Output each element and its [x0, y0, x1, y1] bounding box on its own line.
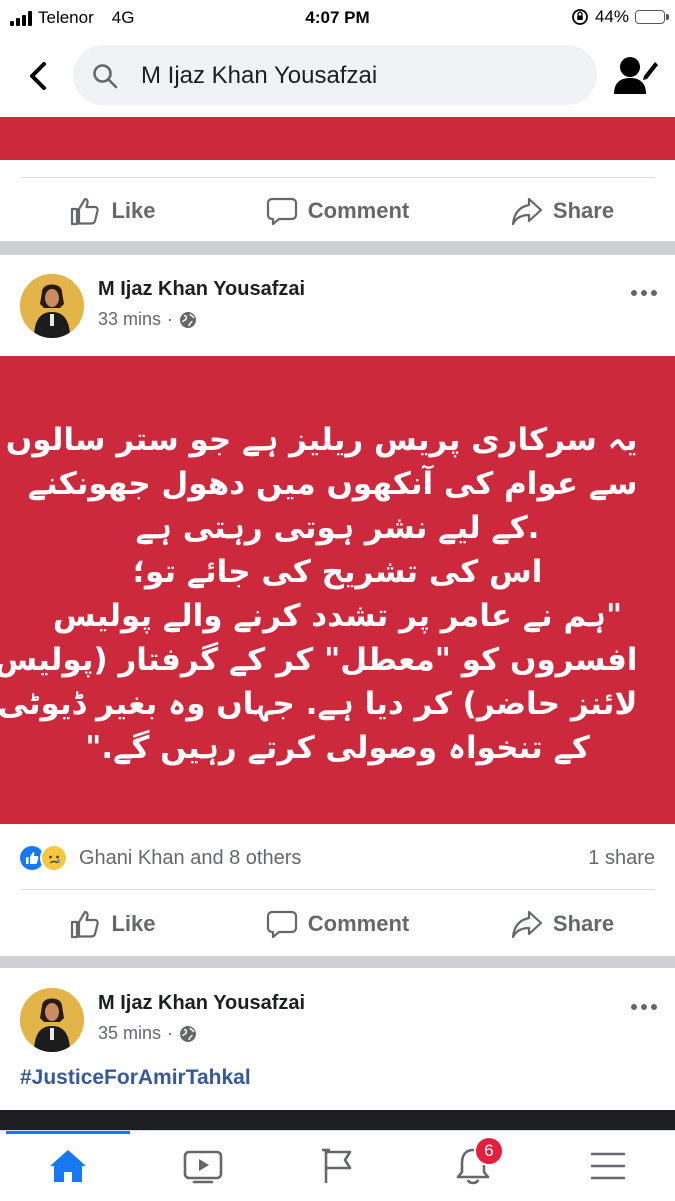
- nav-pages[interactable]: [270, 1131, 405, 1201]
- status-bar-right: 44%: [571, 7, 669, 27]
- meta-separator: ·: [167, 1023, 174, 1043]
- reactions-bar[interactable]: Ghani Khan and 8 others 1 share: [0, 840, 675, 876]
- share-label: Share: [552, 911, 615, 936]
- divider: [20, 889, 655, 890]
- globe-icon: [180, 311, 197, 328]
- share-count[interactable]: 1 share: [588, 847, 655, 870]
- post-separator: [0, 956, 675, 968]
- like-button[interactable]: Like: [0, 894, 225, 954]
- battery-percent: 44%: [594, 7, 629, 26]
- notification-badge: 6: [474, 1136, 504, 1166]
- post-author[interactable]: M Ijaz Khan Yousafzai: [98, 992, 305, 1015]
- more-options-icon[interactable]: [631, 290, 657, 296]
- battery-icon: [635, 10, 669, 24]
- like-button[interactable]: Like: [0, 181, 225, 241]
- watch-icon: [183, 1150, 222, 1184]
- post-media-preview: [0, 1110, 675, 1130]
- post-text-background: یہ سرکاری پریس ریلیز ہے جو ستر سالوں سے ع…: [0, 356, 675, 824]
- post-time[interactable]: 33 mins: [98, 309, 161, 330]
- hashtag-link[interactable]: #JusticeForAmirTahkal: [20, 1066, 251, 1090]
- post-text-line: کے تنخواہ وصولی کرتے رہیں گے.": [85, 730, 590, 766]
- nav-menu[interactable]: [540, 1131, 675, 1201]
- like-label: Like: [111, 198, 156, 223]
- like-icon: [71, 910, 100, 939]
- avatar[interactable]: [20, 274, 84, 338]
- meta-separator: ·: [167, 309, 174, 329]
- comment-icon: [266, 197, 297, 226]
- nav-notifications[interactable]: [405, 1131, 540, 1201]
- orientation-lock-icon: [572, 9, 588, 25]
- post-time[interactable]: 35 mins: [98, 1023, 161, 1044]
- post-meta: 33 mins ·: [98, 309, 197, 330]
- post-text: یہ سرکاری پریس ریلیز ہے جو ستر سالوں سے ع…: [0, 418, 638, 770]
- sad-reaction-icon: [40, 844, 68, 872]
- post-text-line: افسروں کو "معطل" کر کے گرفتار (پولیس: [0, 642, 638, 678]
- comment-icon: [266, 910, 297, 939]
- like-label: Like: [111, 911, 156, 936]
- comment-label: Comment: [307, 911, 410, 936]
- back-arrow-icon[interactable]: [22, 56, 54, 96]
- post-meta: 35 mins ·: [98, 1023, 197, 1044]
- reactions-summary[interactable]: Ghani Khan and 8 others: [79, 847, 301, 870]
- globe-icon: [180, 1025, 197, 1042]
- search-icon: [93, 64, 118, 89]
- share-icon: [511, 197, 543, 226]
- nav-watch[interactable]: [135, 1131, 270, 1201]
- search-header: [0, 36, 675, 116]
- divider: [20, 177, 655, 178]
- post-text-line: .کے لیے نشر ہوتی رہتی ہے: [135, 510, 540, 546]
- reaction-icons: [18, 844, 68, 872]
- menu-icon: [590, 1152, 625, 1180]
- post-actions: Like Comment Share: [0, 894, 675, 954]
- share-label: Share: [552, 198, 615, 223]
- profile-photo: [20, 274, 84, 338]
- comment-button[interactable]: Comment: [225, 894, 450, 954]
- post-text-line: "ہم نے عامر پر تشدد کرنے والے پولیس: [52, 598, 623, 634]
- search-bar[interactable]: [73, 45, 597, 105]
- comment-label: Comment: [307, 198, 410, 223]
- more-options-icon[interactable]: [631, 1004, 657, 1010]
- previous-post-image: [0, 117, 675, 160]
- post-text-line: اس کی تشریح کی جائے تو؛: [132, 554, 543, 590]
- post-text-line: سے عوام کی آنکھوں میں دھول جھونکنے: [27, 466, 638, 502]
- post-header: M Ijaz Khan Yousafzai 33 mins ·: [0, 264, 675, 354]
- pages-icon: [321, 1148, 351, 1183]
- home-icon: [49, 1150, 86, 1182]
- profile-photo: [20, 988, 84, 1052]
- profile-edit-icon[interactable]: [613, 54, 659, 98]
- comment-button[interactable]: Comment: [225, 181, 450, 241]
- share-button[interactable]: Share: [450, 181, 675, 241]
- post-author[interactable]: M Ijaz Khan Yousafzai: [98, 278, 305, 301]
- nav-home[interactable]: [0, 1131, 135, 1201]
- search-input[interactable]: [139, 55, 583, 97]
- bottom-navigation: [0, 1130, 675, 1201]
- avatar[interactable]: [20, 988, 84, 1052]
- post-text-line: یہ سرکاری پریس ریلیز ہے جو ستر سالوں: [5, 422, 638, 458]
- post-header: M Ijaz Khan Yousafzai 35 mins ·: [0, 978, 675, 1068]
- post-text-line: لائنز حاضر) کر دیا ہے. جہاں وہ بغیر ڈیوٹ…: [0, 686, 638, 722]
- share-icon: [511, 910, 543, 939]
- share-button[interactable]: Share: [450, 894, 675, 954]
- previous-post-actions: Like Comment Share: [0, 181, 675, 241]
- like-icon: [71, 197, 100, 226]
- post-separator: [0, 241, 675, 255]
- status-bar: Telenor 4G 4:07 PM 44%: [0, 0, 675, 36]
